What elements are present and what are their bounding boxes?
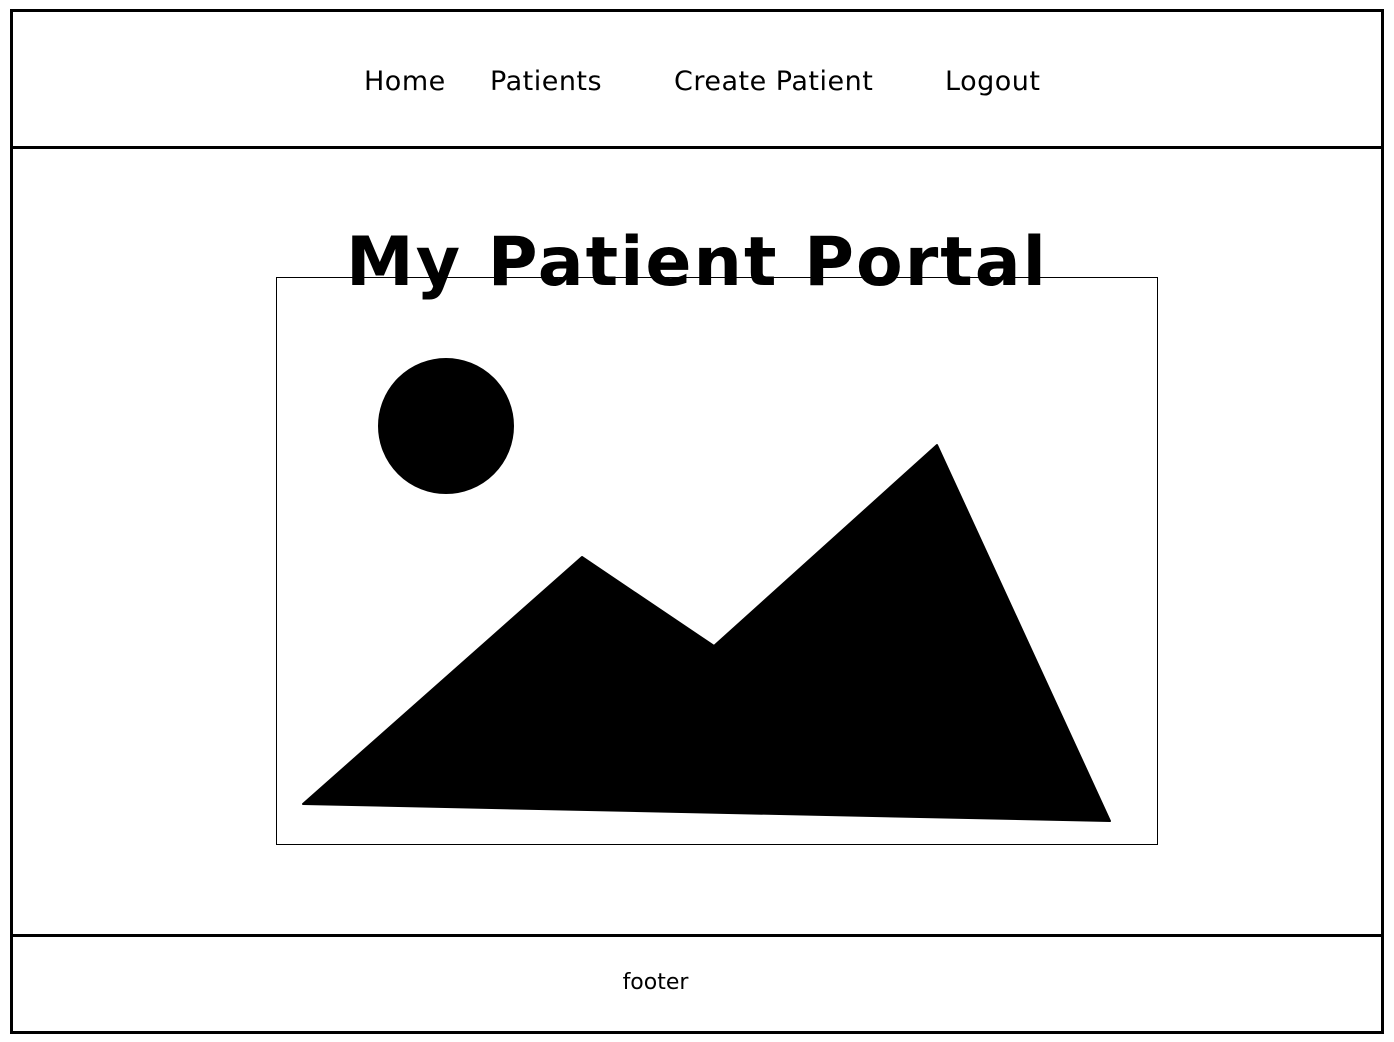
- nav-link-logout[interactable]: Logout: [945, 64, 1040, 100]
- page-frame: Home Patients Create Patient Logout My P…: [10, 9, 1384, 1034]
- footer-text: footer: [622, 970, 689, 995]
- nav-link-patients[interactable]: Patients: [490, 64, 602, 100]
- hero-image: [276, 277, 1158, 845]
- mountains-shape: [302, 444, 1111, 822]
- footer: footer: [10, 934, 1381, 1034]
- main-nav: Home Patients Create Patient Logout: [13, 64, 1381, 100]
- nav-link-home[interactable]: Home: [364, 64, 446, 100]
- sun-shape: [378, 358, 514, 494]
- image-placeholder-icon: [302, 358, 1111, 822]
- header: Home Patients Create Patient Logout: [13, 12, 1381, 149]
- nav-link-create-patient[interactable]: Create Patient: [674, 64, 873, 100]
